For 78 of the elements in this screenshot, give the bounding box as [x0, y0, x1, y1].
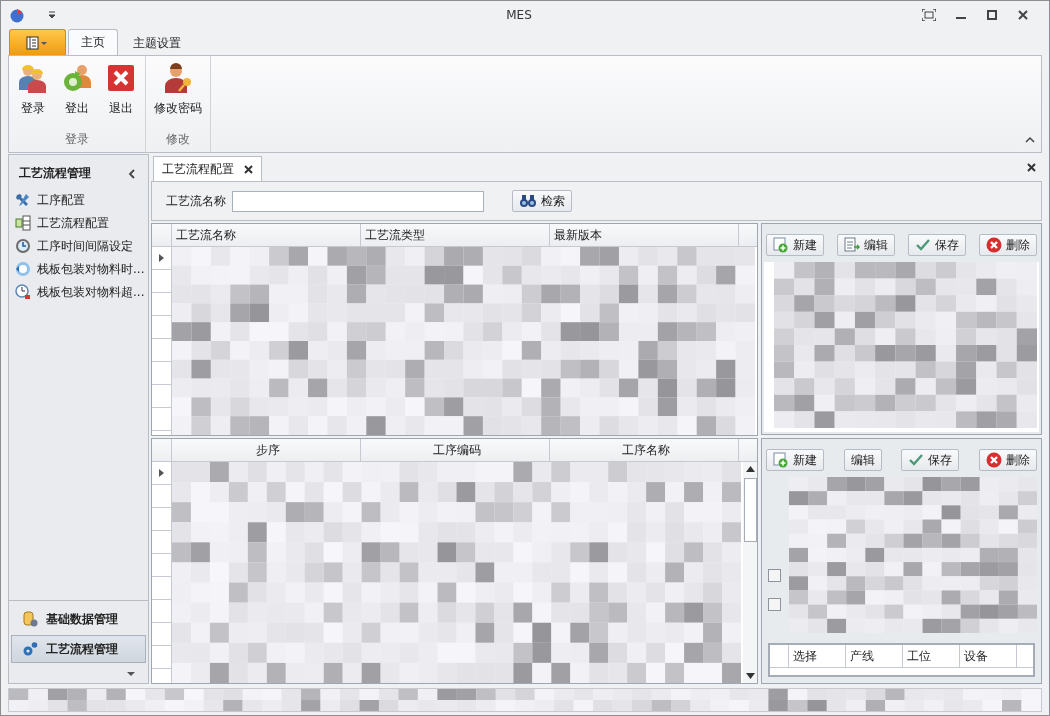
ribbon-button[interactable]: 退出: [101, 60, 141, 130]
user-arrow-icon: [61, 62, 93, 94]
binoculars-icon: [519, 194, 537, 208]
column-header: 工序名称: [550, 439, 739, 461]
sidebar-item[interactable]: 工序配置: [15, 190, 148, 210]
dropdown-arrow-icon[interactable]: [47, 11, 57, 19]
window-title: MES: [505, 8, 533, 22]
ribbon-button[interactable]: 登录: [13, 60, 53, 130]
collapse-icon[interactable]: [128, 168, 136, 179]
sidebar-item[interactable]: 栈板包装对物料超...: [15, 282, 148, 302]
fullscreen-icon[interactable]: [922, 9, 936, 21]
checkbox[interactable]: [768, 598, 781, 611]
ribbon-tab[interactable]: 主页: [68, 29, 118, 55]
tools-icon: [15, 192, 31, 208]
clock-icon: [15, 284, 31, 300]
delete-icon: [986, 237, 1002, 253]
edit-icon: [844, 237, 860, 253]
check-icon: [915, 237, 931, 253]
scroll-thumb[interactable]: [743, 478, 757, 542]
toolbar-button[interactable]: 保存: [908, 234, 966, 256]
group-label: 登录: [64, 131, 90, 148]
navigation-group-button[interactable]: 基础数据管理: [11, 605, 146, 633]
scroll-down-icon[interactable]: [745, 673, 755, 679]
close-icon: [105, 62, 137, 94]
add-icon: [773, 237, 789, 253]
panel-title: 工艺流程管理: [19, 165, 91, 182]
group-label: 修改: [165, 131, 191, 148]
checkbox[interactable]: [768, 569, 781, 582]
row-pointer-icon: [159, 254, 164, 262]
column-header: 工艺流名称: [172, 224, 361, 246]
column-header: 选择: [789, 645, 846, 667]
document-tab[interactable]: 工艺流程配置: [153, 156, 262, 181]
close-icon[interactable]: [1017, 9, 1029, 21]
sidebar-item[interactable]: 工艺流程配置: [15, 213, 148, 233]
ribbon-button[interactable]: 修改密码: [150, 60, 206, 130]
gears-icon: [22, 641, 38, 657]
toolbar-button[interactable]: 新建: [766, 234, 824, 256]
close-icon[interactable]: [244, 164, 253, 174]
app-logo-icon: [9, 7, 25, 23]
maximize-icon[interactable]: [986, 9, 998, 21]
navigation-group-button[interactable]: 工艺流程管理: [11, 635, 146, 663]
toolbar-button[interactable]: 新建: [766, 449, 824, 471]
check-icon: [908, 452, 925, 468]
application-menu-button[interactable]: [9, 29, 66, 55]
column-header: 工序编码: [361, 439, 550, 461]
dropdown-arrow-icon[interactable]: [126, 671, 136, 677]
column-header: 最新版本: [550, 224, 739, 246]
toolbar-button[interactable]: 编辑: [837, 234, 895, 256]
clock-icon: [15, 238, 31, 254]
scrollbar[interactable]: [743, 462, 757, 683]
workers-icon: [17, 62, 49, 94]
toolbar-button[interactable]: 删除: [979, 234, 1037, 256]
ribbon-button[interactable]: 登出: [57, 60, 97, 130]
toolbar-button[interactable]: 保存: [901, 449, 960, 471]
sidebar-item[interactable]: 工序时间间隔设定: [15, 236, 148, 256]
close-icon[interactable]: [1027, 163, 1036, 172]
column-header: 工位: [903, 645, 960, 667]
delete-icon: [985, 452, 1002, 468]
sidebar-item[interactable]: 栈板包装对物料时...: [15, 259, 148, 279]
user-key-icon: [162, 62, 194, 94]
search-field[interactable]: [232, 190, 484, 212]
database-icon: [22, 611, 38, 627]
add-icon: [773, 452, 789, 468]
column-header: 工艺流类型: [361, 224, 550, 246]
column-header: 产线: [846, 645, 903, 667]
scroll-up-icon[interactable]: [745, 466, 755, 472]
menu-icon: [25, 35, 50, 50]
refresh-icon: [15, 261, 31, 277]
column-header: 设备: [960, 645, 1017, 667]
column-header: 步序: [172, 439, 361, 461]
row-pointer-icon: [159, 469, 164, 477]
search-button[interactable]: 检索: [512, 190, 572, 212]
toolbar-button[interactable]: 删除: [978, 449, 1037, 471]
panel-icon: [15, 215, 31, 231]
ribbon-tab[interactable]: 主题设置: [120, 30, 194, 55]
toolbar-button[interactable]: 编辑: [843, 449, 882, 471]
field-label: 工艺流名称: [166, 192, 226, 210]
collapse-icon[interactable]: [1025, 136, 1035, 144]
